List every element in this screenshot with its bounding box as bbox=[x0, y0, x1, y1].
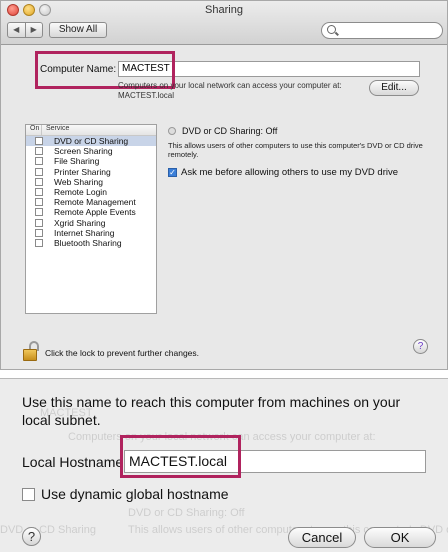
window-title: Sharing bbox=[205, 4, 243, 16]
status-indicator-icon bbox=[168, 127, 176, 135]
service-checkbox[interactable] bbox=[35, 147, 43, 156]
service-row[interactable]: DVD or CD Sharing bbox=[26, 136, 156, 147]
service-label: Screen Sharing bbox=[54, 146, 113, 157]
lock-text: Click the lock to prevent further change… bbox=[45, 348, 200, 358]
dynamic-hostname-option[interactable]: Use dynamic global hostname bbox=[22, 486, 229, 502]
service-checkbox[interactable] bbox=[35, 157, 43, 166]
service-label: Web Sharing bbox=[54, 176, 103, 187]
service-label: DVD or CD Sharing bbox=[54, 136, 129, 147]
service-checkbox[interactable] bbox=[35, 137, 43, 146]
highlight-box bbox=[120, 435, 241, 478]
service-row[interactable]: Remote Management bbox=[26, 197, 156, 207]
service-checkbox[interactable] bbox=[35, 238, 43, 247]
lock-icon[interactable] bbox=[23, 341, 39, 361]
service-label: Bluetooth Sharing bbox=[54, 237, 122, 248]
sheet-message: Use this name to reach this computer fro… bbox=[22, 394, 401, 428]
cancel-button[interactable]: Cancel bbox=[288, 527, 356, 548]
service-row[interactable]: Remote Apple Events bbox=[26, 207, 156, 217]
service-checkbox[interactable] bbox=[35, 198, 43, 207]
header-on[interactable]: On bbox=[26, 125, 42, 135]
hostname-sheet: MACTEST Computers on your local network … bbox=[0, 378, 448, 552]
service-label: Internet Sharing bbox=[54, 227, 115, 238]
search-input[interactable] bbox=[321, 22, 443, 39]
ghost-text: DVD or CD Sharing bbox=[0, 524, 96, 536]
show-all-button[interactable]: Show All bbox=[49, 22, 107, 38]
computer-name-info: Computers on your local network can acce… bbox=[118, 81, 358, 101]
ok-button[interactable]: OK bbox=[364, 527, 436, 548]
ask-permission-option[interactable]: ✓ Ask me before allowing others to use m… bbox=[168, 167, 398, 178]
service-row[interactable]: Remote Login bbox=[26, 187, 156, 197]
service-list: On Service DVD or CD Sharing Screen Shari… bbox=[25, 124, 157, 314]
service-list-header: On Service bbox=[26, 125, 156, 136]
header-service[interactable]: Service bbox=[42, 125, 69, 135]
sharing-window: Sharing ◀ ▶ Show All Computer Name: MACT… bbox=[0, 0, 448, 370]
service-row[interactable]: Web Sharing bbox=[26, 177, 156, 187]
status-text: DVD or CD Sharing: Off bbox=[182, 126, 278, 136]
info-address: MACTEST.local bbox=[118, 91, 175, 100]
service-label: Remote Management bbox=[54, 197, 136, 208]
service-checkbox[interactable] bbox=[35, 208, 43, 217]
service-row[interactable]: File Sharing bbox=[26, 156, 156, 166]
service-description: This allows users of other computers to … bbox=[168, 141, 423, 159]
edit-button[interactable]: Edit... bbox=[369, 80, 419, 96]
ask-checkbox[interactable]: ✓ bbox=[168, 168, 177, 177]
service-checkbox[interactable] bbox=[35, 228, 43, 237]
forward-button[interactable]: ▶ bbox=[26, 23, 43, 37]
service-checkbox[interactable] bbox=[35, 177, 43, 186]
lock-body bbox=[23, 349, 37, 361]
service-status: DVD or CD Sharing: Off bbox=[168, 126, 277, 136]
back-button[interactable]: ◀ bbox=[8, 23, 26, 37]
service-row[interactable]: Printer Sharing bbox=[26, 167, 156, 177]
search-icon bbox=[327, 25, 336, 34]
service-checkbox[interactable] bbox=[35, 218, 43, 227]
service-row[interactable]: Screen Sharing bbox=[26, 146, 156, 156]
info-line: Computers on your local network can acce… bbox=[118, 81, 342, 90]
sheet-help-button[interactable]: ? bbox=[22, 527, 41, 546]
service-row[interactable]: Bluetooth Sharing bbox=[26, 238, 156, 248]
service-label: File Sharing bbox=[54, 156, 100, 167]
help-button[interactable]: ? bbox=[413, 339, 428, 354]
service-label: Printer Sharing bbox=[54, 166, 111, 177]
nav-back-forward: ◀ ▶ bbox=[7, 22, 43, 38]
service-label: Xgrid Sharing bbox=[54, 217, 106, 228]
ask-label: Ask me before allowing others to use my … bbox=[181, 167, 399, 178]
service-label: Remote Apple Events bbox=[54, 207, 136, 218]
hostname-label: Local Hostname: bbox=[22, 454, 128, 470]
service-row[interactable]: Xgrid Sharing bbox=[26, 218, 156, 228]
service-checkbox[interactable] bbox=[35, 188, 43, 197]
service-checkbox[interactable] bbox=[35, 167, 43, 176]
ghost-text: DVD or CD Sharing: Off bbox=[128, 507, 245, 519]
service-label: Remote Login bbox=[54, 187, 107, 198]
service-row[interactable]: Internet Sharing bbox=[26, 228, 156, 238]
dynamic-hostname-label: Use dynamic global hostname bbox=[41, 486, 229, 502]
title-bar: Sharing ◀ ▶ Show All bbox=[1, 1, 447, 45]
dynamic-hostname-checkbox[interactable] bbox=[22, 487, 35, 501]
